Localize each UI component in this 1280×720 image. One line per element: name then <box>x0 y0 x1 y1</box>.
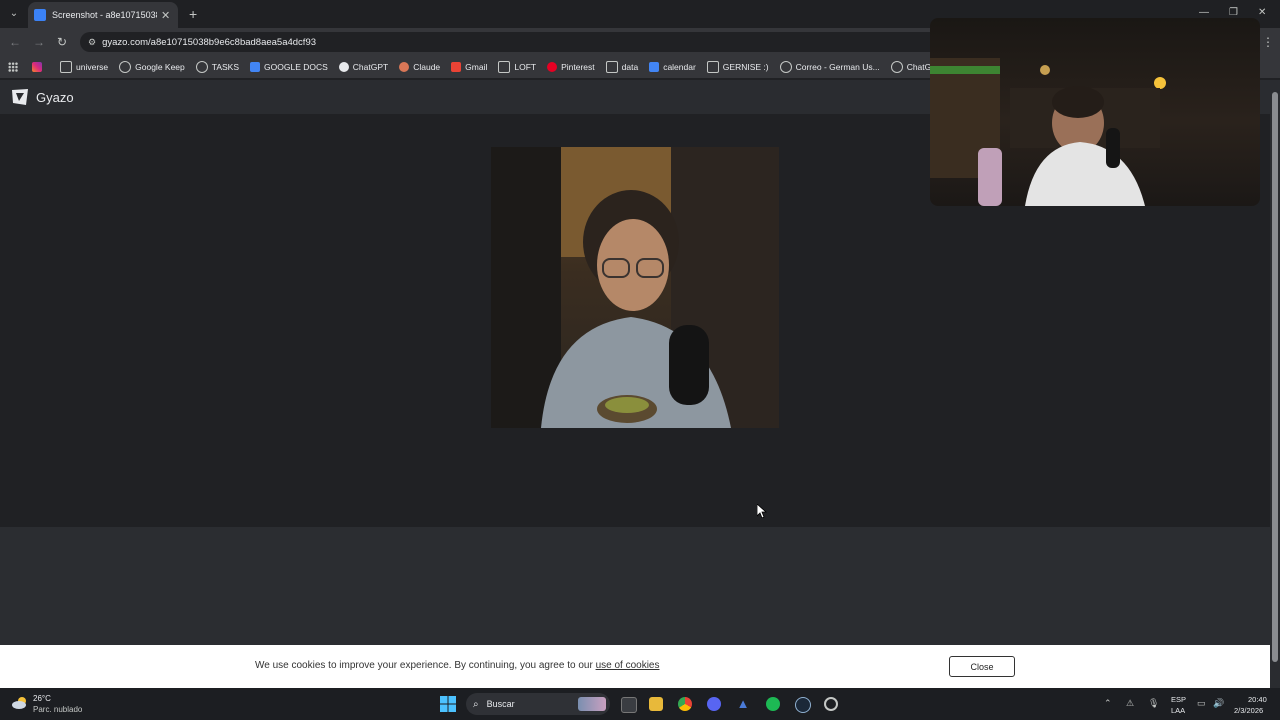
bookmark-label: calendar <box>663 62 696 72</box>
close-window-icon[interactable]: ✕ <box>1258 7 1266 18</box>
instagram-icon <box>32 62 42 72</box>
arc-icon[interactable]: ▲ <box>736 697 750 711</box>
address-url[interactable]: gyazo.com/a8e10715038b9e6c8bad8aea5a4dcf… <box>102 37 316 48</box>
screenshot-image[interactable] <box>491 147 779 428</box>
clock-date[interactable]: 2/3/2026 <box>1234 706 1263 715</box>
folder-icon <box>605 61 618 73</box>
bookmark-item[interactable]: Pinterest <box>547 62 595 72</box>
bookmark-list: universe Google Keep TASKS GOOGLE DOCS ChatG… <box>60 56 1004 78</box>
clock-time[interactable]: 20:40 <box>1248 695 1267 704</box>
taskbar <box>0 688 1280 720</box>
weather-cloud-icon[interactable] <box>12 696 28 710</box>
site-info-icon[interactable]: ⚙ <box>88 37 96 48</box>
file-explorer-icon[interactable] <box>649 697 663 711</box>
spotify-icon[interactable] <box>766 697 780 711</box>
tray-overflow-icon[interactable]: ⌃ <box>1104 698 1112 709</box>
bookmark-label: LOFT <box>514 62 537 72</box>
mouse-cursor-icon <box>757 504 767 518</box>
wifi-icon[interactable]: ▭ <box>1197 698 1206 709</box>
cookie-text: We use cookies to improve your experienc… <box>255 660 593 671</box>
bookmark-label: GERNISE :) <box>722 62 769 72</box>
bookmark-item[interactable]: Claude <box>399 62 440 72</box>
scrollbar[interactable] <box>1270 80 1280 688</box>
folder-icon <box>498 61 511 73</box>
gyazo-favicon-icon <box>34 9 46 21</box>
chatgpt-icon <box>338 62 349 72</box>
chrome-icon[interactable] <box>678 697 692 711</box>
bookmark-label: Gmail <box>465 62 488 72</box>
language-primary[interactable]: ESP <box>1171 695 1186 704</box>
webcam-overlay <box>930 18 1260 206</box>
claude-icon <box>399 62 410 72</box>
scrollbar-thumb[interactable] <box>1272 92 1278 662</box>
minimize-icon[interactable]: — <box>1199 7 1209 18</box>
search-highlight-image[interactable] <box>578 697 606 711</box>
gyazo-logo-icon <box>12 89 28 105</box>
bookmark-item[interactable]: Correo - German Us... <box>779 61 880 73</box>
browser-tab[interactable]: Screenshot - a8e10715038b9e6 ✕ <box>28 2 178 28</box>
bookmark-item[interactable]: LOFT <box>498 61 536 73</box>
obs-icon[interactable] <box>824 697 838 711</box>
pinterest-icon <box>547 62 558 72</box>
language-secondary[interactable]: LAA <box>1171 706 1185 715</box>
tab-title: Screenshot - a8e10715038b9e6 <box>52 10 157 20</box>
gmail-icon <box>451 62 462 72</box>
bookmark-item[interactable]: GERNISE :) <box>706 61 769 73</box>
bookmark-item[interactable]: TASKS <box>195 61 240 73</box>
browser-menu-icon[interactable]: ⋮ <box>1262 35 1274 49</box>
docs-icon <box>250 62 261 72</box>
reload-icon[interactable]: ↻ <box>57 35 67 49</box>
globe-icon <box>195 61 208 73</box>
webcam-feed <box>930 58 1166 206</box>
steam-icon[interactable] <box>795 697 811 713</box>
bookmark-label: Correo - German Us... <box>795 62 880 72</box>
discord-icon[interactable] <box>707 697 721 711</box>
bookmark-item[interactable]: Gmail <box>451 62 487 72</box>
cookie-message: We use cookies to improve your experienc… <box>255 660 660 671</box>
back-icon[interactable]: ← <box>9 35 21 49</box>
bookmark-label: ChatGPT <box>352 62 389 72</box>
bookmark-label: GOOGLE DOCS <box>264 62 328 72</box>
folder-icon <box>706 61 719 73</box>
network-icon[interactable]: ⚠ <box>1126 698 1134 709</box>
bookmark-instagram[interactable] <box>32 62 46 72</box>
folder-icon <box>60 61 72 73</box>
bookmark-item[interactable]: ChatGPT <box>338 62 389 72</box>
globe-icon <box>119 61 132 73</box>
bookmark-item[interactable]: Google Keep <box>119 61 185 73</box>
weather-temperature[interactable]: 26°C <box>33 694 51 703</box>
brand-name: Gyazo <box>36 89 74 105</box>
calendar-icon <box>649 62 660 72</box>
person-photo <box>491 147 779 428</box>
bookmark-label: data <box>621 62 639 72</box>
globe-icon <box>890 61 903 73</box>
restore-icon[interactable]: ❐ <box>1229 7 1238 18</box>
apps-grid-icon[interactable] <box>8 62 18 72</box>
bookmark-label: universe <box>76 62 109 72</box>
bookmark-item[interactable]: universe <box>60 61 108 73</box>
volume-icon[interactable]: 🔊 <box>1213 698 1224 709</box>
bookmark-item[interactable]: data <box>605 61 639 73</box>
search-label: Buscar <box>486 699 515 709</box>
bookmark-label: Google Keep <box>135 62 185 72</box>
gyazo-logo[interactable]: Gyazo <box>10 87 74 107</box>
globe-icon <box>779 61 792 73</box>
bookmark-label: Claude <box>413 62 441 72</box>
weather-description[interactable]: Parc. nublado <box>33 705 82 714</box>
bookmark-item[interactable]: calendar <box>649 62 696 72</box>
new-tab-icon[interactable]: + <box>189 6 197 22</box>
tab-search-icon[interactable]: ⌄ <box>6 6 22 22</box>
page-lower-area <box>0 527 1270 645</box>
bookmark-label: TASKS <box>211 62 240 72</box>
cookie-policy-link[interactable]: use of cookies <box>596 660 660 671</box>
bookmark-label: Pinterest <box>561 62 595 72</box>
close-tab-icon[interactable]: ✕ <box>161 9 170 22</box>
search-icon: ⌕ <box>473 698 479 710</box>
bookmark-item[interactable]: GOOGLE DOCS <box>250 62 328 72</box>
microphone-icon[interactable]: 🎙 <box>1148 698 1159 709</box>
forward-icon[interactable]: → <box>33 35 45 49</box>
windows-start-icon[interactable] <box>440 696 456 712</box>
cookie-close-button[interactable]: Close <box>949 656 1015 677</box>
task-view-icon[interactable] <box>621 697 637 713</box>
